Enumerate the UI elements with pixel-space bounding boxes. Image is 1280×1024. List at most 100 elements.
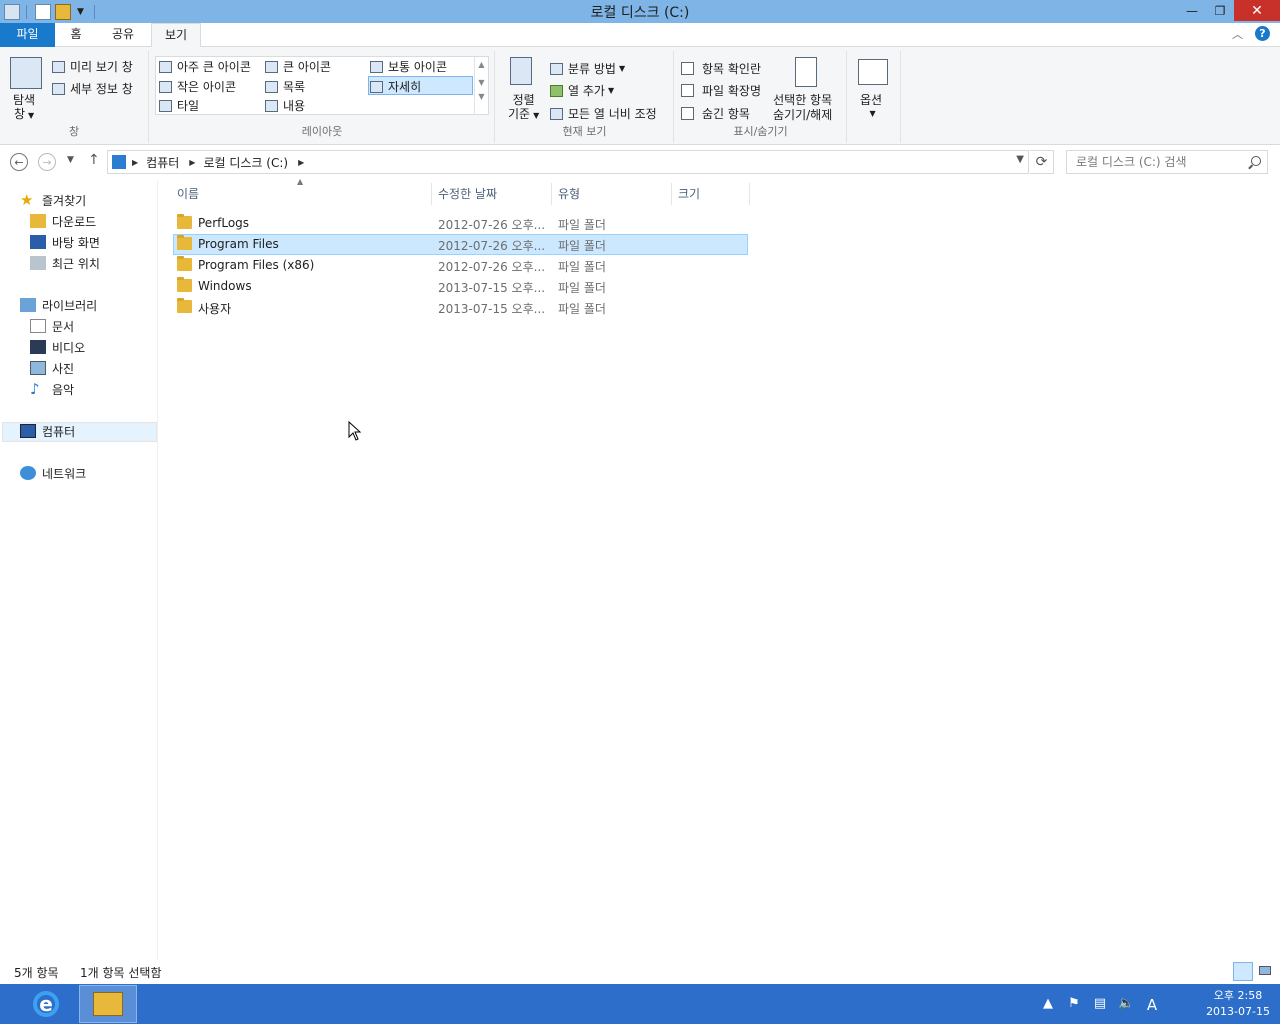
close-button[interactable]: ✕ — [1234, 0, 1280, 21]
layout-large-icons[interactable]: 큰 아이콘 — [265, 58, 331, 75]
up-button[interactable]: ↑ — [88, 152, 100, 168]
nav-desktop[interactable]: 바탕 화면 — [30, 232, 100, 252]
hide-selected-icon[interactable] — [795, 57, 817, 87]
recent-locations-icon[interactable]: ▼ — [67, 155, 74, 165]
file-row[interactable]: Windows 2013-07-15 오후... 파일 폴더 — [173, 276, 748, 297]
column-header-size[interactable]: 크기 — [678, 184, 700, 204]
breadcrumb-computer[interactable]: 컴퓨터 — [146, 154, 179, 171]
layout-small-icons[interactable]: 작은 아이콘 — [159, 78, 236, 95]
layout-list[interactable]: 목록 — [265, 78, 305, 95]
nav-network[interactable]: 네트워크 — [20, 463, 86, 483]
layout-tiles[interactable]: 타일 — [159, 97, 199, 114]
sort-by-button[interactable]: 정렬 기준 ▼ — [508, 93, 539, 123]
internet-explorer-taskbar-button[interactable]: e — [17, 985, 75, 1023]
gallery-up-icon[interactable]: ▲ — [475, 60, 488, 69]
documents-icon — [30, 319, 46, 333]
tab-home[interactable]: 홈 — [58, 23, 94, 47]
column-divider[interactable] — [749, 183, 750, 205]
column-header-date[interactable]: 수정한 날짜 — [438, 184, 497, 204]
hidden-items-toggle[interactable]: 숨긴 항목 — [681, 105, 750, 122]
tab-share[interactable]: 공유 — [100, 23, 146, 47]
file-extensions-toggle[interactable]: 파일 확장명 — [681, 82, 761, 99]
restore-button[interactable]: ❐ — [1206, 0, 1234, 21]
taskbar-clock[interactable]: 오후 2:58 2013-07-15 — [1206, 988, 1270, 1020]
file-row-selected[interactable]: Program Files 2012-07-26 오후... 파일 폴더 — [173, 234, 748, 255]
gallery-more-icon[interactable]: ▼ — [475, 92, 488, 101]
minimize-ribbon-icon[interactable]: ︿ — [1232, 26, 1243, 42]
details-pane-button[interactable]: 세부 정보 창 — [52, 80, 133, 97]
nav-videos[interactable]: 비디오 — [30, 337, 85, 357]
checkbox[interactable] — [681, 107, 694, 120]
column-header-name[interactable]: 이름 — [177, 184, 199, 204]
nav-libraries[interactable]: 라이브러리 — [20, 295, 97, 315]
column-divider[interactable] — [431, 183, 432, 205]
file-row[interactable]: 사용자 2013-07-15 오후... 파일 폴더 — [173, 297, 748, 318]
details-view-icon[interactable] — [1233, 962, 1253, 981]
sort-by-icon[interactable] — [510, 57, 532, 85]
file-row[interactable]: Program Files (x86) 2012-07-26 오후... 파일 … — [173, 255, 748, 276]
nav-downloads[interactable]: 다운로드 — [30, 211, 96, 231]
breadcrumb-separator-icon[interactable]: ▶ — [132, 158, 138, 167]
column-divider[interactable] — [551, 183, 552, 205]
preview-pane-button[interactable]: 미리 보기 창 — [52, 58, 133, 75]
show-hidden-icons-icon[interactable]: ▲ — [1040, 996, 1056, 1012]
address-history-icon[interactable]: ▼ — [1016, 154, 1024, 165]
file-explorer-taskbar-button[interactable] — [79, 985, 137, 1023]
search-input[interactable]: 로컬 디스크 (C:) 검색 — [1066, 150, 1268, 174]
hide-selected-label-2: 숨기기/해제 — [773, 108, 833, 122]
large-icons-view-icon[interactable] — [1256, 962, 1276, 981]
ime-indicator[interactable]: A — [1144, 996, 1160, 1014]
minimize-button[interactable]: — — [1178, 0, 1206, 21]
breadcrumb-local-disk[interactable]: 로컬 디스크 (C:) — [203, 154, 288, 171]
checkbox[interactable] — [681, 62, 694, 75]
group-show-hide: 항목 확인란 파일 확장명 숨긴 항목 선택한 항목 숨기기/해제 표시/숨기기 — [675, 51, 847, 143]
tab-view[interactable]: 보기 — [151, 23, 201, 48]
back-button[interactable]: ← — [10, 153, 28, 171]
item-count: 5개 항목 — [14, 966, 59, 980]
breadcrumb-separator-icon[interactable]: ▶ — [189, 158, 195, 167]
forward-button[interactable]: → — [38, 153, 56, 171]
column-divider[interactable] — [671, 183, 672, 205]
tab-file[interactable]: 파일 — [0, 23, 55, 47]
file-name: Program Files — [198, 237, 279, 251]
refresh-button[interactable]: ⟳ — [1030, 150, 1054, 174]
nav-computer[interactable]: 컴퓨터 — [20, 421, 75, 441]
nav-pictures[interactable]: 사진 — [30, 358, 74, 378]
network-icon — [20, 466, 36, 480]
navigation-pane-label: 탐색 — [13, 93, 36, 107]
group-by-button[interactable]: 분류 방법 ▼ — [550, 60, 625, 77]
nav-favorites[interactable]: ★ 즐겨찾기 — [20, 190, 86, 210]
downloads-icon — [30, 214, 46, 228]
volume-icon[interactable]: 🔈 — [1118, 996, 1134, 1012]
layout-details[interactable]: 자세히 — [370, 78, 421, 95]
navigation-pane-icon[interactable] — [10, 57, 42, 89]
nav-recent[interactable]: 최근 위치 — [30, 253, 100, 273]
layout-gallery: 아주 큰 아이콘 큰 아이콘 보통 아이콘 작은 아이콘 목록 자세히 타일 내… — [155, 56, 489, 115]
network-status-icon[interactable]: ▤ — [1092, 996, 1108, 1012]
add-columns-button[interactable]: 열 추가 ▼ — [550, 82, 614, 99]
action-center-flag-icon[interactable]: ⚑ — [1066, 996, 1082, 1012]
gallery-down-icon[interactable]: ▼ — [475, 78, 488, 87]
layout-gallery-scroller[interactable]: ▲ ▼ ▼ — [474, 57, 488, 114]
checkbox[interactable] — [681, 84, 694, 97]
breadcrumb-separator-icon[interactable]: ▶ — [298, 158, 304, 167]
hide-selected-button[interactable]: 선택한 항목 숨기기/해제 — [773, 93, 832, 123]
address-bar[interactable]: ▶ 컴퓨터 ▶ 로컬 디스크 (C:) ▶ ▼ — [107, 150, 1029, 174]
file-row[interactable]: PerfLogs 2012-07-26 오후... 파일 폴더 — [173, 213, 748, 234]
folder-icon — [177, 277, 192, 292]
layout-medium-icons[interactable]: 보통 아이콘 — [370, 58, 447, 75]
nav-music[interactable]: ♪ 음악 — [30, 379, 74, 399]
file-name: PerfLogs — [198, 216, 250, 230]
navigation-pane: ★ 즐겨찾기 다운로드 바탕 화면 최근 위치 라이브러리 문서 비디오 사진 ♪… — [0, 180, 158, 960]
options-icon[interactable] — [858, 59, 888, 85]
navigation-pane-button[interactable]: 탐색 창 ▼ — [13, 93, 35, 123]
search-icon[interactable] — [1251, 156, 1261, 166]
options-button[interactable]: 옵션 ▼ — [860, 93, 882, 121]
size-all-columns-button[interactable]: 모든 열 너비 조정 — [550, 105, 657, 122]
help-icon[interactable]: ? — [1255, 26, 1270, 41]
layout-content[interactable]: 내용 — [265, 97, 305, 114]
nav-documents[interactable]: 문서 — [30, 316, 74, 336]
column-header-type[interactable]: 유형 — [558, 184, 580, 204]
layout-extra-large-icons[interactable]: 아주 큰 아이콘 — [159, 58, 251, 75]
item-checkboxes-toggle[interactable]: 항목 확인란 — [681, 60, 761, 77]
